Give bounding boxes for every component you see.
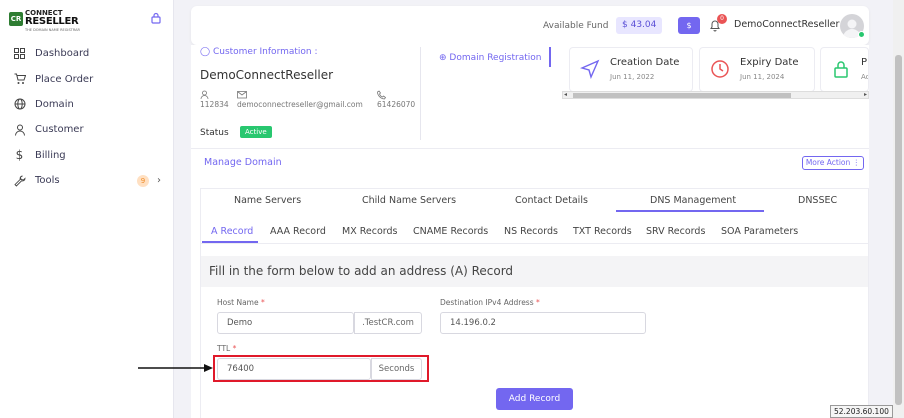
sidebar-item-label: Billing bbox=[35, 149, 66, 161]
send-icon bbox=[580, 59, 600, 79]
notification-badge: 0 bbox=[717, 14, 727, 24]
scroll-right-icon[interactable]: ▸ bbox=[864, 91, 867, 98]
customer-name: DemoConnectReseller bbox=[200, 68, 334, 82]
horizontal-scrollbar[interactable]: ◂ ▸ bbox=[562, 91, 869, 99]
form-title: Fill in the form below to add an address… bbox=[209, 264, 514, 278]
divider bbox=[420, 47, 421, 140]
tab-domain-registration[interactable]: ⊕ Domain Registration bbox=[439, 53, 541, 63]
available-fund-label: Available Fund bbox=[543, 21, 609, 31]
more-action-button[interactable]: More Action ⋮ bbox=[802, 156, 864, 170]
ip-address-tooltip: 52.203.60.100 bbox=[830, 405, 893, 418]
lock-icon bbox=[834, 61, 848, 78]
mail-icon bbox=[237, 91, 247, 99]
protection-card: P Ac bbox=[820, 47, 869, 92]
vertical-scrollbar[interactable] bbox=[893, 0, 904, 418]
chevron-right-icon: › bbox=[157, 175, 161, 187]
divider bbox=[201, 243, 868, 244]
status-label: Status bbox=[200, 128, 229, 138]
ttl-label: TTL * bbox=[217, 344, 237, 353]
destination-ipv4-label: Destination IPv4 Address * bbox=[440, 298, 540, 307]
user-icon: ◯ bbox=[200, 47, 211, 57]
dollar-icon: $ bbox=[15, 148, 24, 163]
divider bbox=[191, 148, 869, 149]
tab-dns-management[interactable]: DNS Management bbox=[650, 195, 736, 206]
active-tab-indicator bbox=[616, 210, 764, 212]
globe-icon: ⊕ bbox=[439, 53, 447, 63]
sidebar-item-place-order[interactable]: Place Order bbox=[0, 66, 174, 91]
online-status-dot bbox=[858, 31, 865, 38]
arrow-right-icon bbox=[138, 364, 213, 372]
logo[interactable]: CR CONNECT RESELLER THE DOMAIN NAME REGI… bbox=[9, 9, 99, 33]
cart-icon bbox=[13, 73, 26, 86]
sidebar-item-label: Dashboard bbox=[35, 48, 90, 60]
wrench-icon bbox=[13, 174, 26, 187]
subtab-soa-parameters[interactable]: SOA Parameters bbox=[721, 226, 798, 237]
logo-badge: CR bbox=[9, 12, 23, 26]
available-fund-value: $ 43.04 bbox=[616, 17, 663, 34]
subtab-aaa-record[interactable]: AAA Record bbox=[270, 226, 326, 237]
add-fund-button[interactable]: $ bbox=[678, 17, 700, 34]
customer-id: 112834 bbox=[200, 90, 229, 109]
user-icon bbox=[13, 123, 26, 136]
top-header: Available Fund $ 43.04 $ 0 DemoConnectRe… bbox=[191, 6, 869, 45]
sidebar-item-domain[interactable]: Domain bbox=[0, 92, 174, 117]
active-tab-indicator bbox=[549, 47, 551, 67]
ttl-highlight-box bbox=[213, 355, 429, 382]
sidebar-item-label: Customer bbox=[35, 124, 84, 136]
subtab-ns-records[interactable]: NS Records bbox=[504, 226, 558, 237]
tools-count-badge: 9 bbox=[137, 174, 149, 187]
subtab-mx-records[interactable]: MX Records bbox=[342, 226, 398, 237]
sidebar-item-label: Tools bbox=[35, 175, 60, 187]
customer-phone: 61426070 bbox=[377, 90, 415, 109]
globe-icon bbox=[13, 98, 26, 111]
tab-dnssec[interactable]: DNSSEC bbox=[798, 195, 837, 206]
tab-name-servers[interactable]: Name Servers bbox=[234, 195, 301, 206]
user-icon bbox=[200, 90, 209, 100]
sidebar-item-customer[interactable]: Customer bbox=[0, 117, 174, 142]
expiry-date-card: Expiry Date Jun 11, 2024 bbox=[699, 47, 815, 92]
lock-icon[interactable] bbox=[150, 12, 162, 24]
tab-contact-details[interactable]: Contact Details bbox=[515, 195, 588, 206]
scrollbar-thumb[interactable] bbox=[573, 93, 791, 98]
customer-email: democonnectreseller@gmail.com bbox=[237, 90, 363, 109]
sidebar-item-tools[interactable]: Tools 9 › bbox=[0, 168, 174, 193]
subtab-cname-records[interactable]: CNAME Records bbox=[413, 226, 488, 237]
subtab-srv-records[interactable]: SRV Records bbox=[646, 226, 705, 237]
clock-icon bbox=[711, 60, 729, 78]
username[interactable]: DemoConnectReseller bbox=[734, 19, 839, 30]
destination-ipv4-input[interactable] bbox=[440, 312, 646, 334]
status-badge: Active bbox=[240, 126, 272, 138]
sidebar-nav: Dashboard Place Order Domain Customer $ … bbox=[0, 41, 174, 193]
host-name-label: Host Name * bbox=[217, 298, 265, 307]
host-name-input[interactable] bbox=[217, 312, 354, 334]
add-record-button[interactable]: Add Record bbox=[496, 388, 573, 410]
scrollbar-thumb[interactable] bbox=[895, 55, 902, 405]
scroll-left-icon[interactable]: ◂ bbox=[564, 91, 567, 98]
grid-icon bbox=[13, 47, 26, 60]
phone-icon bbox=[377, 90, 386, 100]
logo-tagline: THE DOMAIN NAME REGISTRAR bbox=[25, 28, 80, 32]
tab-child-name-servers[interactable]: Child Name Servers bbox=[362, 195, 456, 206]
sidebar-item-label: Domain bbox=[35, 98, 74, 110]
subtab-a-record[interactable]: A Record bbox=[211, 226, 253, 237]
logo-line2: RESELLER bbox=[25, 16, 79, 27]
sidebar-item-label: Place Order bbox=[35, 73, 94, 85]
sidebar-item-dashboard[interactable]: Dashboard bbox=[0, 41, 174, 66]
customer-info-heading: ◯ Customer Information : bbox=[200, 47, 318, 57]
sidebar-item-billing[interactable]: $ Billing bbox=[0, 143, 174, 168]
creation-date-card: Creation Date Jun 11, 2022 bbox=[569, 47, 693, 92]
sidebar: CR CONNECT RESELLER THE DOMAIN NAME REGI… bbox=[0, 0, 174, 418]
subtab-txt-records[interactable]: TXT Records bbox=[573, 226, 632, 237]
manage-domain-title: Manage Domain bbox=[204, 157, 282, 168]
host-domain-suffix: .TestCR.com bbox=[354, 312, 422, 334]
